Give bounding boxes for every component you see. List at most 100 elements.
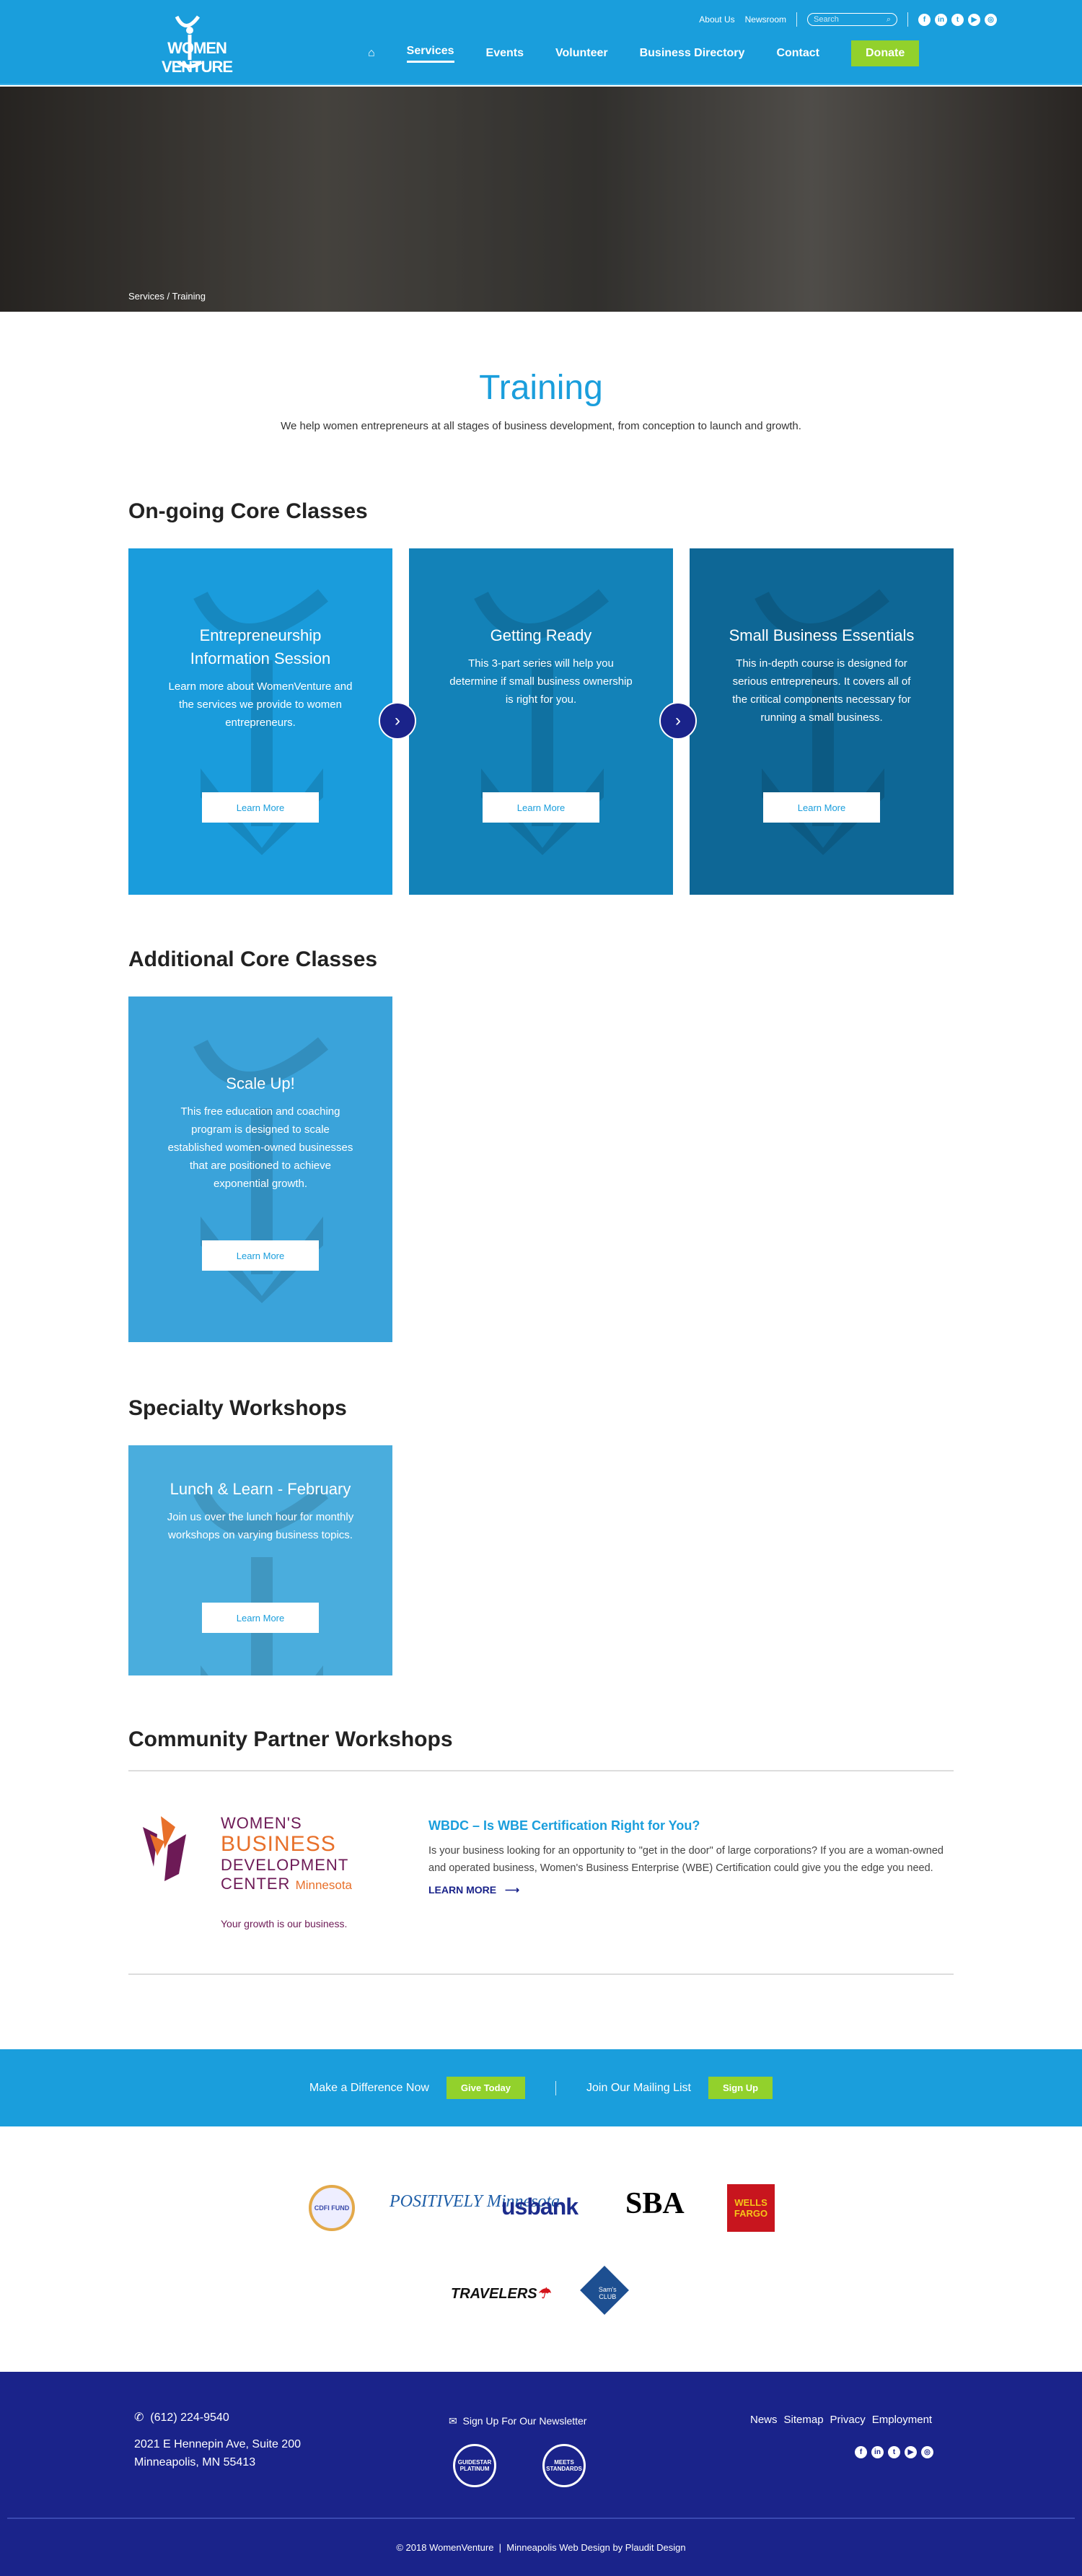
copyright: © 2018 WomenVenture | Minneapolis Web De… [396,2542,686,2553]
card-text: This free education and coaching program… [167,1105,353,1190]
breadcrumb-separator: / [167,291,170,302]
instagram-icon[interactable]: ◎ [985,13,997,26]
card-title: Entrepreneurship Information Session [190,626,331,667]
partner-workshop-title[interactable]: WBDC – Is WBE Certification Right for Yo… [428,1818,955,1834]
guidestar-badge[interactable]: GUIDESTAR PLATINUM [453,2444,496,2487]
card-text: This in-depth course is designed for ser… [732,657,911,724]
divider [7,2518,1075,2519]
sponsor-name: CDFI FUND [314,2204,350,2212]
class-card: Scale Up! This free education and coachin… [128,996,392,1342]
logo-line: CENTER [221,1875,291,1893]
sponsor-wells-fargo-logo[interactable]: WELLS FARGO [727,2184,775,2232]
sponsor-name: Sam's CLUB [598,2285,617,2300]
logo-text: WOMEN VENTURE [161,39,233,76]
learn-more-button[interactable]: Learn More [202,1603,319,1633]
learn-more-button[interactable]: Learn More [202,792,319,823]
twitter-icon[interactable]: t [951,13,964,26]
sponsor-cdfi-logo[interactable]: CDFI FUND [309,2185,355,2231]
instagram-icon[interactable]: ◎ [921,2446,933,2458]
card-title: Getting Ready [490,626,592,644]
footer-link-privacy[interactable]: Privacy [830,2414,866,2426]
sponsor-name: SBA [625,2187,685,2220]
search-icon[interactable]: ⌕ [887,15,891,25]
sign-up-button[interactable]: Sign Up [708,2077,773,2099]
search-input[interactable]: Search ⌕ [807,13,897,26]
logo-line: DEVELOPMENT [221,1856,349,1874]
give-today-button[interactable]: Give Today [446,2077,526,2099]
card-title: Scale Up! [226,1074,295,1092]
divider [128,1973,954,1975]
wbdc-flower-icon [143,1816,186,1881]
section-heading-ongoing: On-going Core Classes [128,499,368,523]
page-title: Training [479,369,603,407]
umbrella-icon: ☂ [537,2286,550,2302]
nav-contact[interactable]: Contact [776,47,819,60]
site-footer: ✆ (612) 224-9540 2021 E Hennepin Ave, Su… [0,2372,1082,2576]
footer-link-sitemap[interactable]: Sitemap [784,2414,824,2426]
breadcrumb: Services / Training [128,291,206,302]
sponsor-sba-logo[interactable]: SBA [625,2186,685,2221]
about-us-link[interactable]: About Us [699,14,734,25]
donate-button[interactable]: Donate [851,40,920,66]
home-icon[interactable]: ⌂ [368,47,375,60]
badge-text: MEETS STANDARDS [546,2459,582,2472]
footer-link-news[interactable]: News [750,2414,778,2426]
footer-phone[interactable]: ✆ (612) 224-9540 [134,2410,229,2424]
next-arrow-icon[interactable]: › [659,702,697,740]
next-arrow-icon[interactable]: › [379,702,416,740]
sponsor-usbank-logo[interactable]: usbank [501,2194,579,2220]
logo-line: BUSINESS [221,1832,336,1856]
sponsor-sams-club-logo[interactable]: Sam's CLUB [580,2266,629,2315]
learn-more-button[interactable]: Learn More [763,792,880,823]
phone-number: (612) 224-9540 [150,2411,229,2424]
divider [555,2080,557,2095]
womenventure-logo[interactable]: WOMEN VENTURE [132,13,262,76]
partner-workshop: WBDC – Is WBE Certification Right for Yo… [428,1818,955,1896]
page-intro: We help women entrepreneurs at all stage… [281,420,801,432]
learn-more-button[interactable]: Learn More [202,1240,319,1271]
wbdc-logo[interactable]: WOMEN'S BUSINESS DEVELOPMENT CENTER Minn… [136,1810,395,1940]
utility-bar: About Us Newsroom Search ⌕ f in t ▶ ◎ [699,12,997,27]
youtube-icon[interactable]: ▶ [905,2446,917,2458]
sponsor-name: usbank [501,2194,579,2220]
nav-events[interactable]: Events [486,47,524,60]
nav-services[interactable]: Services [406,45,454,63]
divider [128,1770,954,1771]
footer-social: f in t ▶ ◎ [855,2446,933,2458]
card-text: This 3-part series will help you determi… [449,657,633,706]
breadcrumb-current: Training [172,291,206,302]
phone-icon: ✆ [134,2411,144,2424]
footer-link-employment[interactable]: Employment [872,2414,932,2426]
facebook-icon[interactable]: f [855,2446,867,2458]
card-text: Join us over the lunch hour for monthly … [167,1511,354,1541]
logo-line: WOMEN'S [221,1814,302,1832]
partner-workshop-text: Is your business looking for an opportun… [428,1845,944,1874]
breadcrumb-services[interactable]: Services [128,291,164,302]
arrow-right-icon: ⟶ [505,1884,520,1896]
learn-more-button[interactable]: Learn More [483,792,599,823]
sponsor-name: WELLS FARGO [734,2197,768,2219]
newsletter-label: Sign Up For Our Newsletter [462,2415,587,2427]
learn-more-label: LEARN MORE [428,1884,497,1896]
youtube-icon[interactable]: ▶ [968,13,980,26]
divider [907,12,908,27]
learn-more-link[interactable]: LEARN MORE ⟶ [428,1884,955,1896]
nav-volunteer[interactable]: Volunteer [555,47,608,60]
site-header: WOMEN VENTURE About Us Newsroom Search ⌕ … [0,0,1082,85]
card-title: Lunch & Learn - February [170,1480,351,1498]
class-card: Getting Ready This 3-part series will hel… [409,548,673,895]
card-title: Small Business Essentials [729,626,915,644]
sponsor-travelers-logo[interactable]: TRAVELERS☂ [451,2284,550,2303]
envelope-icon: ✉ [449,2415,457,2427]
newsroom-link[interactable]: Newsroom [745,14,786,25]
linkedin-icon[interactable]: in [871,2446,884,2458]
logo-tagline: Your growth is our business. [221,1918,348,1929]
newsletter-link[interactable]: ✉ Sign Up For Our Newsletter [449,2415,586,2427]
give-label: Make a Difference Now [309,2081,429,2094]
nav-business-directory[interactable]: Business Directory [640,47,745,60]
twitter-icon[interactable]: t [888,2446,900,2458]
linkedin-icon[interactable]: in [935,13,947,26]
facebook-icon[interactable]: f [918,13,931,26]
meets-standards-badge[interactable]: MEETS STANDARDS [542,2444,586,2487]
class-card: Lunch & Learn - February Join us over the… [128,1445,392,1675]
